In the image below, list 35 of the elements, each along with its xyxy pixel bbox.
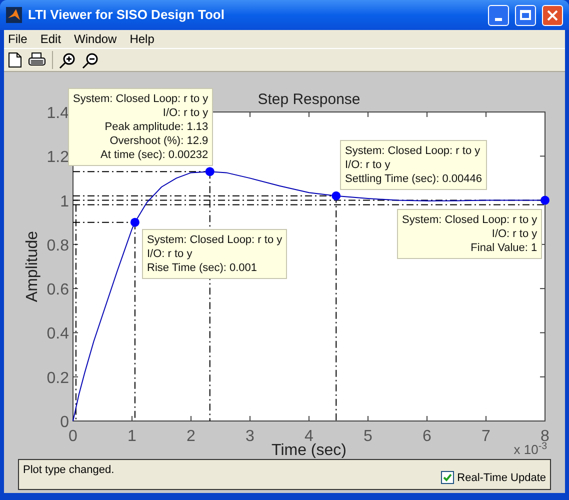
data-tip-line: Settling Time (sec): 0.00446 (345, 172, 482, 186)
data-tip-line: Final Value: 1 (470, 241, 538, 255)
y-axis-label: Amplitude (24, 230, 41, 302)
x-tick-label: 7 (482, 428, 490, 445)
data-tip-line: I/O: r to y (490, 227, 538, 241)
y-tick-label: 1 (60, 193, 69, 210)
data-tip-line: System: Closed Loop: r to y (147, 233, 282, 247)
y-tick-label: 0.4 (46, 326, 69, 343)
data-tip-line: Peak amplitude: 1.13 (104, 120, 208, 134)
y-tick-label: 0.8 (46, 237, 69, 254)
x-axis-label: Time (sec) (272, 442, 346, 458)
data-tip-line: System: Closed Loop: r to y (345, 144, 482, 158)
x-tick-label: 2 (186, 428, 196, 445)
data-tip-line: Overshoot (%): 12.9 (108, 134, 208, 148)
y-tick-label: 0 (60, 414, 69, 431)
x-tick-label: 6 (422, 428, 432, 445)
y-tick-label: 0.2 (46, 370, 69, 387)
status-message: Plot type changed. (23, 463, 114, 478)
y-tick-label: 1.4 (46, 105, 69, 122)
data-tip-line: I/O: r to y (162, 106, 208, 120)
window-title: LTI Viewer for SISO Design Tool (28, 6, 226, 24)
x-tick-label: 4 (304, 428, 314, 445)
data-tip-line: At time (sec): 0.00232 (100, 148, 208, 162)
data-tip-line: I/O: r to y (345, 158, 392, 172)
data-tip-line: I/O: r to y (147, 247, 194, 261)
data-tip-line: System: Closed Loop: r to y (402, 213, 538, 227)
y-tick-label: 1.2 (46, 149, 69, 166)
chart-title: Step Response (258, 91, 360, 108)
x-tick-label: 5 (364, 428, 372, 445)
data-tip-line: Rise Time (sec): 0.001 (147, 261, 258, 275)
x-tick-label: 1 (128, 428, 136, 445)
y-tick-label: 0.6 (46, 282, 69, 299)
x-tick-label: 0 (68, 428, 78, 445)
x-tick-label: 3 (246, 428, 254, 445)
data-tip-line: System: Closed Loop: r to y (73, 92, 208, 106)
